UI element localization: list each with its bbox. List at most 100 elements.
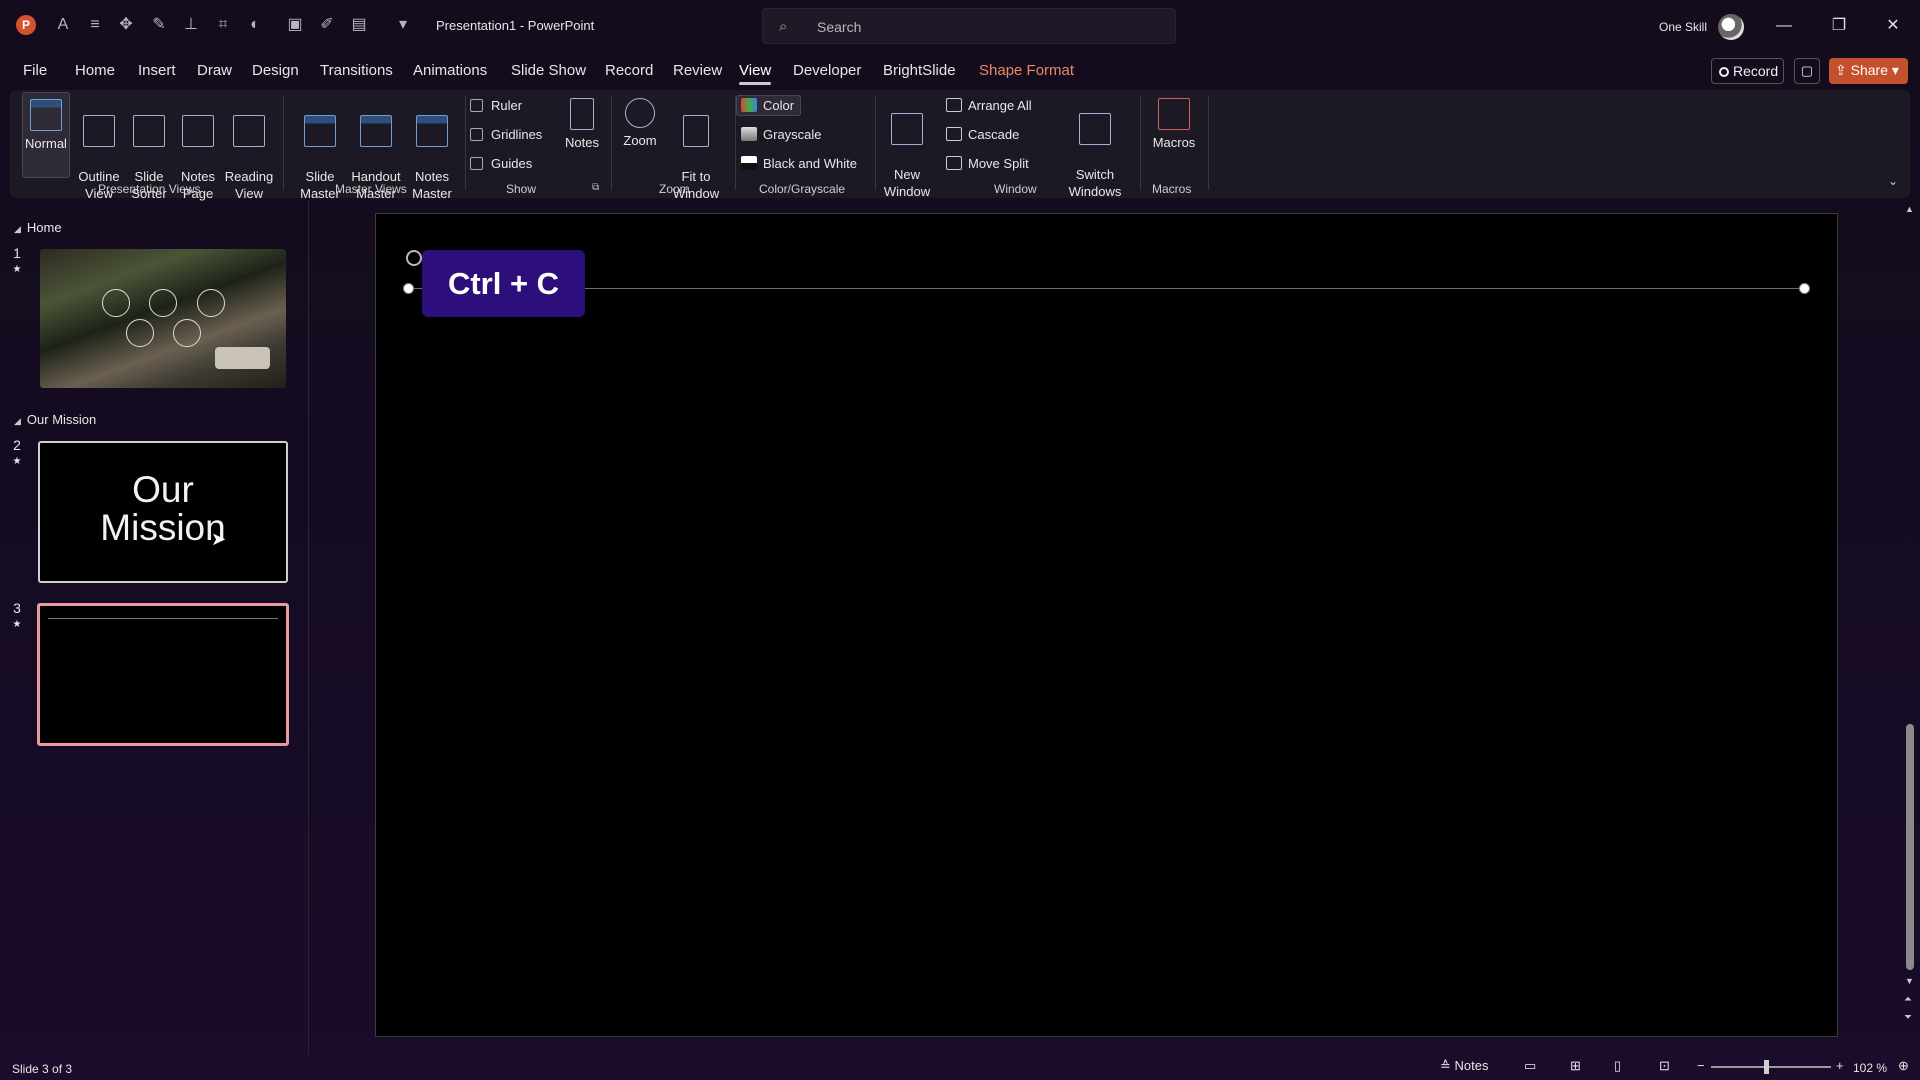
resize-handle[interactable] — [403, 283, 414, 294]
ribbon-tabs: File Home Insert Draw Design Transitions… — [0, 58, 1920, 86]
search-input[interactable]: ⌕ Search — [762, 8, 1176, 44]
next-slide-icon[interactable]: ⏷ — [1904, 1012, 1912, 1023]
collapse-ribbon-icon[interactable]: ⌄ — [1888, 174, 1898, 188]
macros-button[interactable]: Macros — [1148, 98, 1200, 151]
slide-canvas[interactable] — [375, 213, 1838, 1037]
sofa-shape — [215, 347, 270, 369]
arrange-all-icon — [946, 98, 962, 112]
present-icon[interactable]: ▤ — [348, 14, 370, 36]
zoom-in-icon[interactable]: + — [1836, 1058, 1844, 1073]
arrange-all-button[interactable]: Arrange All — [946, 98, 1032, 113]
pen-icon[interactable]: ✎ — [148, 14, 170, 36]
comments-icon[interactable]: ▢ — [1794, 58, 1820, 84]
resize-handle[interactable] — [1799, 283, 1810, 294]
gridlines-checkbox[interactable]: Gridlines — [470, 127, 542, 142]
title-bar: P A ≡ ✥ ✎ ⊥ ⌗ ◐ ▣ ✐ ▤ ▾ Presentation1 - … — [0, 0, 1920, 52]
switch-windows-button[interactable]: Switch Windows — [1060, 96, 1130, 200]
arrange-all-label: Arrange All — [968, 98, 1032, 113]
macros-icon — [1158, 98, 1190, 130]
tab-brightslide[interactable]: BrightSlide — [883, 62, 956, 79]
reading-view-icon[interactable]: ▯ — [1614, 1058, 1621, 1074]
ribbon-divider — [611, 96, 612, 190]
cascade-button[interactable]: Cascade — [946, 127, 1019, 142]
tab-draw[interactable]: Draw — [197, 62, 232, 79]
record-button[interactable]: Record — [1711, 58, 1784, 84]
ribbon-divider — [1140, 96, 1141, 190]
tab-review[interactable]: Review — [673, 62, 722, 79]
zoom-out-icon[interactable]: − — [1697, 1058, 1705, 1073]
tab-animations[interactable]: Animations — [413, 62, 487, 79]
guides-checkbox[interactable]: Guides — [470, 156, 532, 171]
keyboard-shortcut-badge: Ctrl + C — [422, 250, 585, 317]
scroll-up-icon[interactable]: ▲ — [1905, 204, 1914, 214]
notes-master-button[interactable]: Notes Master — [407, 98, 457, 202]
black-and-white-button[interactable]: Black and White — [741, 156, 857, 171]
section-home[interactable]: ◢ Home — [14, 220, 62, 235]
tab-home[interactable]: Home — [75, 62, 115, 79]
group-label-presentation-views: Presentation Views — [98, 182, 201, 196]
slide-thumbnail-1[interactable] — [40, 249, 286, 388]
tab-record[interactable]: Record — [605, 62, 653, 79]
move-icon[interactable]: ✥ — [115, 14, 137, 36]
ruler-checkbox[interactable]: Ruler — [470, 98, 522, 113]
restore-icon[interactable]: ❐ — [1827, 14, 1851, 38]
avatar[interactable] — [1718, 14, 1744, 40]
reading-view-button[interactable]: Reading View — [223, 98, 275, 202]
tab-transitions[interactable]: Transitions — [320, 62, 393, 79]
collapse-triangle-icon: ◢ — [14, 416, 21, 426]
ribbon-divider — [1208, 96, 1209, 190]
scroll-down-icon[interactable]: ▼ — [1905, 976, 1914, 986]
slide-master-icon — [304, 115, 336, 147]
draw-icon[interactable]: ✐ — [316, 14, 338, 36]
notes-toggle[interactable]: ≙ Notes — [1440, 1058, 1489, 1074]
notes-page-icon — [182, 115, 214, 147]
move-split-button[interactable]: Move Split — [946, 156, 1029, 171]
section-our-mission[interactable]: ◢ Our Mission — [14, 412, 96, 427]
previous-slide-icon[interactable]: ⏶ — [1904, 994, 1912, 1005]
tab-developer[interactable]: Developer — [793, 62, 861, 79]
tab-shape-format[interactable]: Shape Format — [979, 62, 1074, 79]
close-icon[interactable]: ✕ — [1881, 14, 1905, 38]
tab-slide-show[interactable]: Slide Show — [511, 62, 586, 79]
shapes-icon[interactable]: ◐ — [244, 14, 266, 36]
zoom-button[interactable]: Zoom — [616, 98, 664, 149]
tab-design[interactable]: Design — [252, 62, 299, 79]
customize-qat-icon[interactable]: ▾ — [392, 14, 414, 36]
user-name[interactable]: One Skill — [1659, 20, 1707, 34]
zoom-level[interactable]: 102 % — [1853, 1061, 1887, 1075]
minimize-icon[interactable]: — — [1772, 14, 1796, 38]
notes-icon: ≙ — [1440, 1058, 1451, 1073]
normal-view-button[interactable]: Normal — [22, 92, 70, 178]
slide-thumbnail-3[interactable] — [37, 603, 289, 746]
notes-toggle-label: Notes — [1454, 1058, 1489, 1073]
notes-button[interactable]: Notes — [558, 98, 606, 151]
grayscale-button[interactable]: Grayscale — [741, 127, 822, 142]
text-direction-icon[interactable]: ≡ — [84, 14, 106, 36]
switch-windows-icon — [1079, 113, 1111, 145]
align-icon[interactable]: ⊥ — [180, 14, 202, 36]
dialog-launcher-icon[interactable]: ⧉ — [592, 182, 599, 193]
circle-shape — [173, 319, 201, 347]
crop-icon[interactable]: ⌗ — [212, 14, 234, 36]
slide-show-icon[interactable]: ⊡ — [1659, 1058, 1670, 1074]
horizontal-line-shape[interactable] — [408, 288, 1804, 289]
tab-insert[interactable]: Insert — [138, 62, 176, 79]
zoom-slider[interactable] — [1711, 1066, 1831, 1068]
switch-windows-label: Switch Windows — [1068, 167, 1122, 199]
tab-file[interactable]: File — [23, 62, 47, 79]
color-button[interactable]: Color — [736, 95, 802, 116]
slide-thumbnail-2[interactable]: Our Mission ➤ — [38, 441, 288, 583]
normal-view-icon[interactable]: ▭ — [1524, 1058, 1536, 1074]
share-button[interactable]: ⇪ Share ▾ — [1829, 58, 1908, 84]
fit-slide-icon[interactable]: ⊕ — [1898, 1058, 1909, 1074]
cascade-label: Cascade — [968, 127, 1020, 142]
picture-icon[interactable]: ▣ — [284, 14, 306, 36]
search-icon: ⌕ — [779, 18, 788, 35]
font-icon[interactable]: A — [52, 14, 74, 36]
ribbon: Normal Outline View Slide Sorter Notes P… — [10, 90, 1910, 201]
new-window-button[interactable]: New Window — [882, 96, 932, 200]
scrollbar-thumb[interactable] — [1906, 724, 1914, 970]
slide-sorter-icon[interactable]: ⊞ — [1570, 1058, 1581, 1074]
tab-view[interactable]: View — [739, 62, 772, 85]
zoom-slider-thumb[interactable] — [1764, 1060, 1769, 1074]
